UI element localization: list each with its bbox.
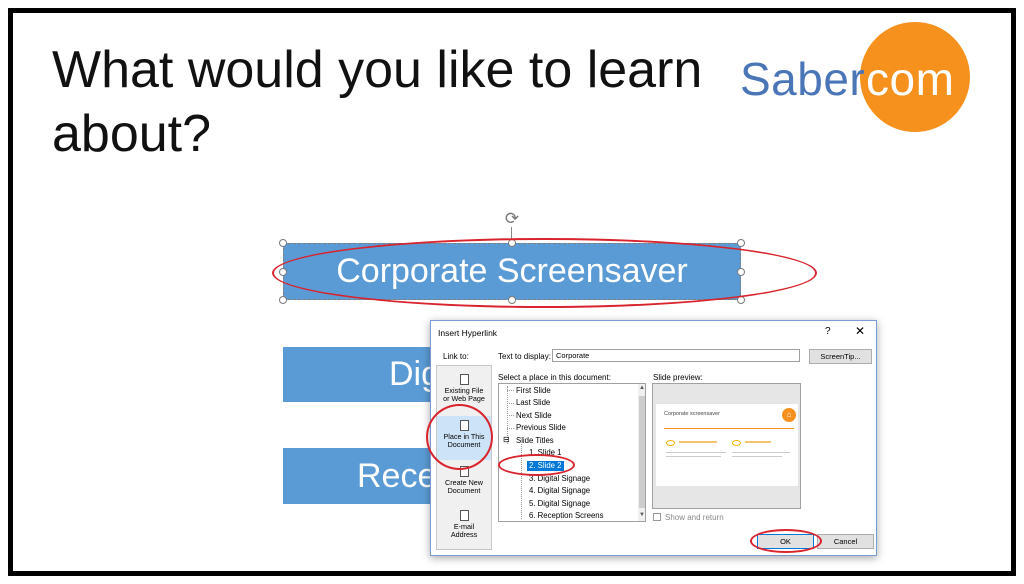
tree-item[interactable]: First Slide [516, 386, 551, 396]
link-to-panel: Existing File or Web Page Place in This … [436, 365, 492, 550]
ok-button[interactable]: OK [757, 534, 814, 549]
scroll-thumb[interactable] [639, 396, 645, 508]
rotate-handle-icon[interactable]: ⟳ [503, 210, 521, 228]
preview-text-line [666, 456, 721, 457]
resize-handle-bl[interactable] [279, 296, 287, 304]
slide-preview-label: Slide preview: [653, 373, 703, 382]
link-email-address[interactable]: E-mail Address [437, 510, 491, 539]
tree-item[interactable]: Slide Titles [516, 436, 554, 446]
link-place-line2: Document [447, 440, 481, 449]
tree-scrollbar[interactable]: ▲ ▼ [638, 384, 645, 521]
scroll-down-icon[interactable]: ▼ [639, 512, 645, 518]
slide-title: What would you like to learn about? [52, 41, 703, 163]
tree-item[interactable]: 5. Digital Signage [529, 499, 590, 509]
document-tree[interactable]: First Slide Last Slide Next Slide Previo… [498, 383, 646, 522]
link-to-label: Link to: [443, 352, 469, 361]
show-and-return-checkbox[interactable] [653, 513, 661, 521]
email-icon [459, 510, 469, 521]
show-and-return-label: Show and return [665, 513, 724, 522]
tree-item[interactable]: 1. Slide 1 [529, 448, 562, 458]
preview-text-line [732, 456, 782, 457]
link-existing-file[interactable]: Existing File or Web Page [437, 374, 491, 403]
web-page-icon [459, 374, 469, 385]
tree-connector [507, 390, 514, 391]
sabercom-logo: Saber com [734, 22, 984, 132]
preview-text-line [732, 452, 790, 453]
document-icon [459, 420, 469, 431]
screentip-button[interactable]: ScreenTip... [809, 349, 872, 364]
preview-slide: Corporate screensaver ⌂ [656, 404, 798, 486]
preview-text-bar [745, 441, 771, 443]
resize-handle-r[interactable] [737, 268, 745, 276]
cancel-button[interactable]: Cancel [817, 534, 874, 549]
preview-text-bar [679, 441, 717, 443]
text-to-display-input[interactable]: Corporate [552, 349, 800, 362]
tree-connector [507, 428, 514, 429]
tree-item[interactable]: Last Slide [516, 398, 550, 408]
resize-handle-tl[interactable] [279, 239, 287, 247]
link-create-new[interactable]: Create New Document [437, 466, 491, 495]
resize-handle-br[interactable] [737, 296, 745, 304]
preview-text-line [666, 452, 726, 453]
logo-saber-text: Saber [740, 53, 866, 105]
resize-handle-b[interactable] [508, 296, 516, 304]
text-to-display-label: Text to display: [498, 352, 551, 361]
link-existing-file-line2: or Web Page [443, 394, 485, 403]
tree-item[interactable]: 4. Digital Signage [529, 486, 590, 496]
link-create-line2: Document [447, 486, 481, 495]
link-email-line2: Address [450, 530, 478, 539]
tree-collapse-icon[interactable]: ⊟ [503, 435, 510, 445]
slide-preview: Corporate screensaver ⌂ [652, 383, 801, 509]
help-icon[interactable]: ? [825, 326, 831, 337]
corporate-screensaver-button[interactable]: Corporate Screensaver [283, 243, 741, 300]
tree-connector [507, 403, 514, 404]
resize-handle-tr[interactable] [737, 239, 745, 247]
close-icon[interactable]: ✕ [855, 324, 865, 338]
scroll-up-icon[interactable]: ▲ [639, 385, 645, 391]
tree-item[interactable]: Next Slide [516, 411, 552, 421]
logo-com-text: com [866, 53, 955, 105]
insert-hyperlink-dialog: Insert Hyperlink ? ✕ Link to: Text to di… [430, 320, 877, 556]
tree-item-selected[interactable]: 2. Slide 2 [527, 461, 564, 471]
preview-title: Corporate screensaver [664, 411, 720, 417]
new-document-icon [459, 466, 469, 477]
preview-icon [732, 440, 741, 446]
home-icon: ⌂ [782, 408, 796, 422]
tree-connector [507, 415, 514, 416]
tree-item[interactable]: 6. Reception Screens [529, 511, 604, 521]
link-place-in-document[interactable]: Place in This Document [437, 416, 491, 460]
select-place-label: Select a place in this document: [498, 373, 611, 382]
resize-handle-t[interactable] [508, 239, 516, 247]
tree-item[interactable]: Previous Slide [516, 423, 566, 433]
tree-item[interactable]: 3. Digital Signage [529, 474, 590, 484]
preview-divider [664, 428, 794, 429]
resize-handle-l[interactable] [279, 268, 287, 276]
tree-connector [521, 444, 522, 519]
preview-icon [666, 440, 675, 446]
dialog-title: Insert Hyperlink [438, 328, 498, 338]
